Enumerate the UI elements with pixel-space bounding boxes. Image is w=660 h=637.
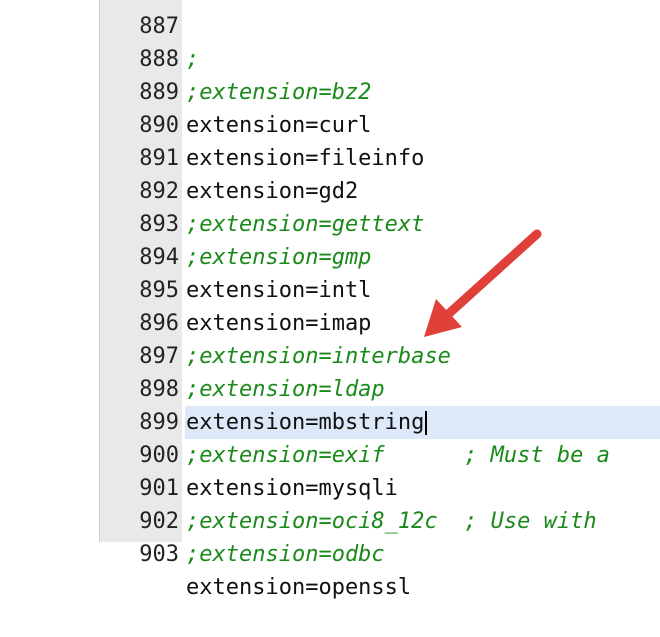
code-line[interactable]: 893 ;extension=gmp: [0, 175, 660, 270]
code-line[interactable]: 891 extension=gd2: [0, 109, 660, 204]
code-line[interactable]: 889 extension=curl: [0, 43, 660, 138]
code-line[interactable]: 903 extension=openssl: [0, 505, 660, 600]
current-code-line[interactable]: 898 extension=mbstring: [0, 340, 660, 439]
line-text[interactable]: extension=openssl: [185, 571, 660, 604]
code-line[interactable]: 897 ;extension=ldap: [0, 307, 660, 402]
code-line[interactable]: 890 extension=fileinfo: [0, 76, 660, 171]
code-line[interactable]: 901 ;extension=oci8_12c ; Use with: [0, 439, 660, 534]
code-line[interactable]: 899 ;extension=exif ; Must be a: [0, 373, 660, 468]
line-number: 903: [139, 542, 179, 567]
code-line[interactable]: 887 ;: [0, 0, 660, 72]
code-line[interactable]: 900 extension=mysqli: [0, 406, 660, 501]
code-line[interactable]: 902 ;extension=odbc: [0, 472, 660, 567]
code-line[interactable]: 888 ;extension=bz2: [0, 10, 660, 105]
code-editor[interactable]: 887 ; 888 ;extension=bz2 889 extension=c…: [0, 0, 660, 600]
code-line[interactable]: 894 extension=intl: [0, 208, 660, 303]
line-text[interactable]: ;extension=odbc: [185, 538, 660, 571]
code-line[interactable]: 896 ;extension=interbase: [0, 274, 660, 369]
code-line[interactable]: 892 ;extension=gettext: [0, 142, 660, 237]
code-line[interactable]: 895 extension=imap: [0, 241, 660, 336]
